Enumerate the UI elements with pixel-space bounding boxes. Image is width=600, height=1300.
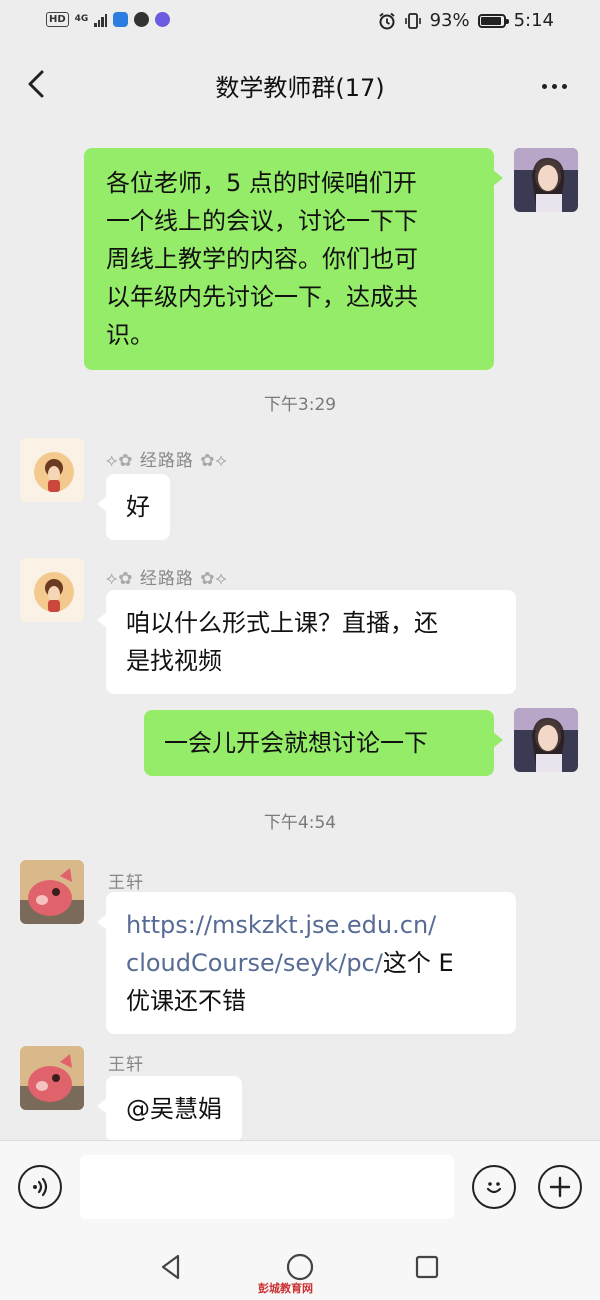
message-input[interactable]	[80, 1155, 454, 1219]
avatar-cartoon-icon	[20, 558, 84, 622]
my-avatar[interactable]	[514, 148, 578, 212]
plus-button[interactable]	[538, 1165, 582, 1209]
sender-name: ⟡✿ 经路路 ✿⟡	[106, 569, 228, 589]
avatar-cartoon-pig-icon	[20, 860, 84, 924]
system-nav-bar: 彭城教育网	[0, 1232, 600, 1300]
battery-percent: 93%	[429, 10, 470, 31]
message-bubble-incoming[interactable]: 好	[97, 474, 170, 540]
voice-button[interactable]	[18, 1165, 62, 1209]
timestamp: 下午3:29	[263, 395, 337, 415]
message-text: 优课还不错	[126, 987, 246, 1015]
sender-name: ⟡✿ 经路路 ✿⟡	[106, 451, 228, 471]
message-bubble-outgoing[interactable]: 一会儿开会就想讨论一下	[144, 710, 503, 776]
nav-home-button[interactable]	[283, 1250, 317, 1284]
message-text: 咱以什么形式上课？直播，还	[126, 609, 438, 637]
more-button[interactable]	[534, 72, 574, 100]
avatar-cartoon-pig-icon	[20, 1046, 84, 1110]
message-link[interactable]: cloudCourse/seyk/pc/	[126, 949, 383, 977]
sender-name: 王轩	[108, 1055, 144, 1075]
emoji-icon	[486, 1182, 502, 1194]
message-text: 各位老师，5 点的时候咱们开	[106, 169, 417, 197]
status-bar: HD 4G 93% 5:14	[0, 0, 600, 44]
message-text: 一会儿开会就想讨论一下	[164, 729, 428, 757]
status-left: HD 4G	[46, 12, 171, 27]
hd-badge: HD	[46, 12, 69, 27]
sender-avatar[interactable]	[20, 558, 84, 622]
network-type: 4G	[74, 14, 89, 24]
message-bubble-incoming[interactable]: https://mskzkt.jse.edu.cn/ cloudCourse/s…	[97, 892, 516, 1034]
input-bar	[0, 1140, 600, 1232]
sender-avatar[interactable]	[20, 1046, 84, 1110]
clock: 5:14	[513, 10, 554, 31]
message-text: @吴慧娟	[126, 1095, 222, 1123]
nav-recent-button[interactable]	[410, 1250, 444, 1284]
nav-back-button[interactable]	[154, 1250, 188, 1284]
message-text: 好	[126, 493, 150, 521]
message-bubble-incoming[interactable]: @吴慧娟	[97, 1076, 242, 1140]
alarm-icon	[378, 12, 395, 29]
nav-recent-icon	[415, 1255, 439, 1279]
sender-name: 王轩	[108, 873, 144, 893]
chat-header: 数学教师群(17)	[0, 44, 600, 128]
plus-icon	[549, 1176, 571, 1198]
send-app-icon	[134, 12, 150, 27]
music-app-icon	[155, 12, 171, 27]
voice-icon	[33, 1177, 48, 1197]
message-text: 这个 E	[382, 949, 454, 977]
sender-avatar[interactable]	[20, 438, 84, 502]
message-text: 以年级内先讨论一下，达成共	[106, 283, 418, 311]
more-dots-icon	[541, 83, 547, 89]
message-text: 识。	[106, 321, 154, 349]
timestamp: 下午4:54	[263, 813, 337, 833]
message-list[interactable]: 各位老师，5 点的时候咱们开 一个线上的会议，讨论一下下 周线上教学的内容。你们…	[0, 128, 600, 1140]
status-right: 93% 5:14	[378, 10, 554, 31]
message-bubble-incoming[interactable]: 咱以什么形式上课？直播，还 是找视频	[97, 590, 516, 694]
nav-home-icon	[286, 1253, 314, 1281]
message-text: 周线上教学的内容。你们也可	[106, 245, 418, 273]
shield-app-icon	[113, 12, 129, 27]
avatar-photo-icon	[514, 148, 578, 212]
sender-avatar[interactable]	[20, 860, 84, 924]
vibrate-icon	[404, 12, 421, 29]
my-avatar[interactable]	[514, 708, 578, 772]
avatar-photo-icon	[514, 708, 578, 772]
watermark-logo: 彭城教育网	[258, 1282, 313, 1295]
chat-title: 数学教师群(17)	[215, 74, 385, 102]
avatar-cartoon-icon	[20, 438, 84, 502]
message-link[interactable]: https://mskzkt.jse.edu.cn/	[126, 911, 436, 939]
message-text: 是找视频	[126, 647, 222, 675]
battery-icon	[477, 13, 509, 28]
emoji-button[interactable]	[472, 1165, 516, 1209]
message-text: 一个线上的会议，讨论一下下	[106, 207, 418, 235]
nav-back-icon	[161, 1254, 180, 1280]
message-bubble-outgoing[interactable]: 各位老师，5 点的时候咱们开 一个线上的会议，讨论一下下 周线上教学的内容。你们…	[84, 148, 503, 370]
signal-icon	[94, 13, 108, 27]
